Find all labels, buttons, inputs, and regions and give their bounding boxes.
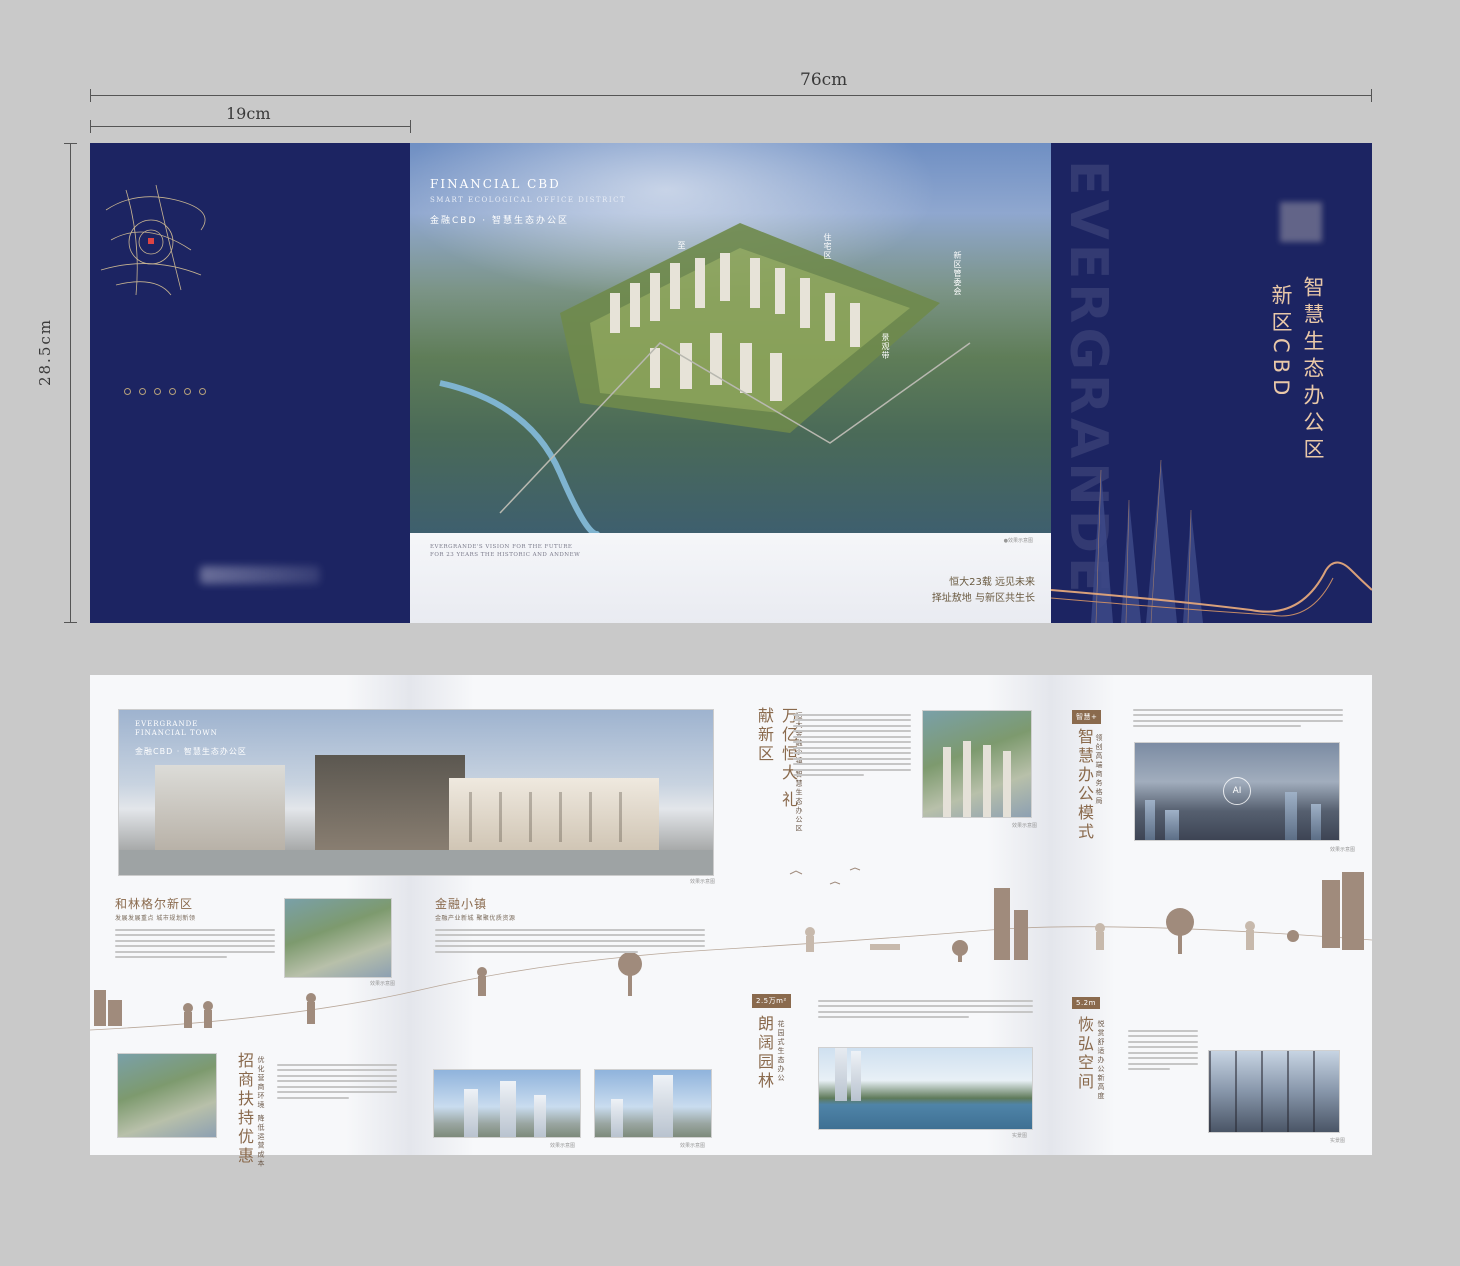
- space-badge: 5.2m: [1072, 997, 1100, 1009]
- hero-building-image: EVERGRANDE FINANCIAL TOWN 金融CBD · 智慧生态办公…: [118, 709, 714, 876]
- map-tag-1: 至: [677, 241, 686, 250]
- panel-dimension-tick-left: [90, 120, 91, 133]
- aerial-slogan: 恒大23载 远见未来 择址敖地 与新区共生长: [932, 575, 1035, 607]
- map-tag-3: 新区管委会: [953, 251, 962, 296]
- garden-photo-caption: 实景图: [1012, 1133, 1028, 1139]
- footer-en: EVERGRANDE'S VISION FOR THE FUTURE FOR 2…: [430, 543, 590, 559]
- aerial-footer: EVERGRANDE'S VISION FOR THE FUTURE FOR 2…: [410, 533, 1051, 623]
- aerial-title-cn: 金融CBD · 智慧生态办公区: [430, 216, 569, 226]
- hero-title-en-line1: EVERGRANDE: [135, 720, 199, 728]
- finance-town-subtitle: 金融产业新城 聚聚优质资源: [435, 915, 516, 922]
- garden-photo: [818, 1047, 1033, 1130]
- phone-icon: [124, 388, 131, 395]
- mail-icon: [169, 388, 176, 395]
- smart-subtitle: 领创高端商务格局: [1095, 734, 1103, 806]
- finance-town-photo-2-caption: 效果示意图: [680, 1143, 706, 1149]
- hero-title-en: EVERGRANDE FINANCIAL TOWN: [135, 720, 218, 738]
- aerial-title-en: FINANCIAL CBD: [430, 177, 561, 191]
- wechat-icon: [184, 388, 191, 395]
- width-dimension-tick-right: [1371, 89, 1372, 102]
- investment-title: 招商扶持优惠: [235, 1052, 254, 1166]
- blurred-hotline: [200, 566, 320, 584]
- footer-en-line1: EVERGRANDE'S VISION FOR THE FUTURE: [430, 544, 573, 550]
- smart-title: 智慧办公模式: [1075, 728, 1094, 842]
- hero-title-en-line2: FINANCIAL TOWN: [135, 729, 218, 737]
- web-icon: [139, 388, 146, 395]
- panel-dimension-line: [90, 126, 410, 127]
- map-tag-2: 住宅区: [823, 233, 832, 260]
- gift-photo-caption: 效果示意图: [1012, 823, 1038, 829]
- slogan-line2: 择址敖地 与新区共生长: [931, 593, 1035, 604]
- garden-subtitle: 花园式生态办公: [777, 1020, 785, 1083]
- gift-photo: [922, 710, 1032, 818]
- qr-icon: [199, 388, 206, 395]
- investment-subtitle: 优化营商环境 降低运营成本: [257, 1056, 265, 1169]
- horinger-photo: [284, 898, 392, 978]
- width-dimension-tick-left: [90, 89, 91, 102]
- lifestyle-silhouette: [90, 867, 1372, 1031]
- garden-paragraph: [818, 996, 1033, 1022]
- space-photo: [1208, 1050, 1340, 1133]
- finance-town-photo-1: [433, 1069, 581, 1138]
- aerial-subtitle-en: SMART ECOLOGICAL OFFICE DISTRICT: [430, 196, 627, 204]
- panel-dimension-tick-right: [410, 120, 411, 133]
- finance-town-photo-2: [594, 1069, 712, 1138]
- investment-paragraph: [277, 1060, 397, 1102]
- cover-title-line1: 智慧生态办公区: [1301, 276, 1325, 465]
- height-dimension-tick-bottom: [64, 622, 77, 623]
- space-subtitle: 悦赏舒适办公新高度: [1097, 1020, 1105, 1101]
- location-icon: [154, 388, 161, 395]
- location-map: [100, 184, 206, 296]
- horinger-photo-caption: 效果示意图: [370, 981, 396, 987]
- skyline-graphic: [1051, 459, 1372, 623]
- finance-town-paragraph: [435, 925, 705, 956]
- slogan-line1: 恒大23载 远见未来: [949, 577, 1035, 588]
- finance-town-title: 金融小镇: [435, 897, 488, 911]
- panel-dimension-label: 19cm: [226, 104, 271, 123]
- space-photo-caption: 实景图: [1330, 1138, 1346, 1144]
- garden-badge: 2.5万m²: [752, 994, 791, 1008]
- height-dimension-tick-top: [64, 143, 77, 144]
- horinger-title: 和林格尔新区: [115, 897, 194, 911]
- width-dimension-label: 76cm: [800, 70, 848, 90]
- finance-town-photo-1-caption: 效果示意图: [550, 1143, 576, 1149]
- cover-title-line2: 新区CBD: [1269, 284, 1293, 402]
- gift-paragraph: [793, 710, 911, 780]
- investment-photo: [117, 1053, 217, 1138]
- cover-vertical-brand: EVERGRANDE: [1058, 160, 1118, 597]
- contact-icons: [124, 388, 206, 395]
- blurred-logo: [1280, 202, 1322, 242]
- hero-title-cn: 金融CBD · 智慧生态办公区: [135, 747, 247, 756]
- width-dimension-line: [90, 95, 1372, 96]
- smart-badge: 智慧+: [1072, 710, 1102, 724]
- height-dimension-line: [70, 143, 71, 623]
- building-left: [155, 765, 285, 853]
- map-tag-4: 景观带: [881, 333, 890, 360]
- building-center: [315, 755, 465, 853]
- aerial-caption: ●效果示意图: [1003, 538, 1033, 544]
- smart-photo-caption: 效果示意图: [1330, 847, 1356, 853]
- footer-en-line2: FOR 23 YEARS THE HISTORIC AND ANDNEW: [430, 552, 581, 558]
- horinger-subtitle: 发展发展重点 城市规划新领: [115, 915, 196, 922]
- height-dimension-label: 28.5cm: [36, 318, 54, 387]
- ai-circle: AI: [1223, 777, 1251, 805]
- space-paragraph: [1128, 1026, 1198, 1074]
- garden-title: 朗阔园林: [755, 1015, 774, 1091]
- smart-paragraph: [1133, 705, 1343, 731]
- building-right: [449, 778, 659, 853]
- horinger-paragraph: [115, 925, 275, 962]
- smart-photo: AI: [1134, 742, 1340, 841]
- aerial-view-image: FINANCIAL CBD SMART ECOLOGICAL OFFICE DI…: [410, 143, 1051, 533]
- space-title: 恢弘空间: [1075, 1016, 1094, 1092]
